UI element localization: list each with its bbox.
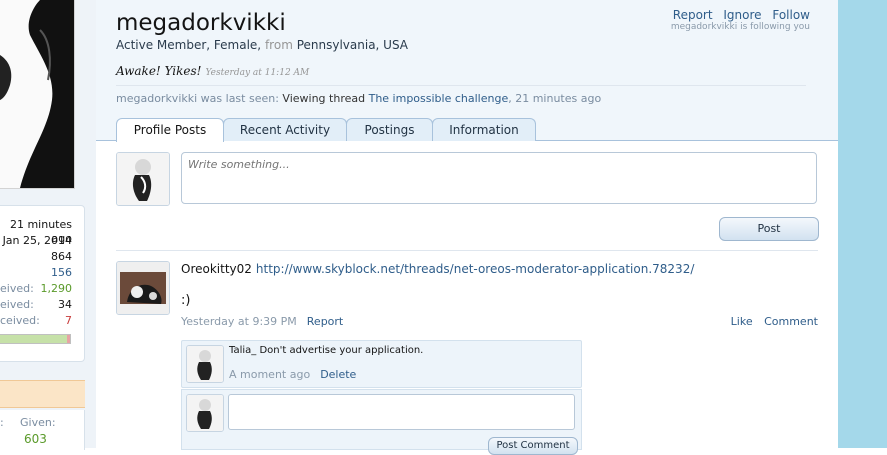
divider — [116, 250, 818, 251]
post-time[interactable]: Yesterday at 9:39 PM — [181, 315, 297, 328]
post-button[interactable]: Post — [719, 217, 819, 241]
stat-messages: 864 — [51, 250, 72, 263]
stat-negative-received: ceived: 7 — [0, 314, 72, 327]
stat-joined: Jan 25, 2014 — [2, 234, 72, 247]
post-actions: Like Comment — [700, 315, 818, 328]
post-meta: Yesterday at 9:39 PM Report — [181, 315, 343, 328]
comment-input[interactable] — [228, 394, 575, 430]
profile-post-input[interactable] — [181, 152, 817, 204]
tab-recent-activity[interactable]: Recent Activity — [223, 118, 347, 141]
post-url-link[interactable]: http://www.skyblock.net/threads/net-oreo… — [256, 262, 694, 276]
comment-delete-link[interactable]: Delete — [320, 368, 356, 381]
post-author-avatar[interactable] — [116, 261, 170, 315]
report-link[interactable]: Report — [673, 8, 713, 22]
tab-profile-posts[interactable]: Profile Posts — [116, 118, 224, 142]
likes-given-value: 603 — [24, 432, 47, 446]
rating-bar — [0, 334, 71, 344]
user-blurb: Active Member, Female, from Pennsylvania… — [116, 38, 409, 52]
profile-actions: Report Ignore Follow — [640, 8, 810, 22]
tab-information[interactable]: Information — [432, 118, 536, 141]
avatar-figure-icon — [187, 395, 223, 431]
last-seen-thread-link[interactable]: The impossible challenge — [369, 92, 509, 105]
last-seen: megadorkvikki was last seen: Viewing thr… — [116, 92, 602, 105]
post-body: :) — [181, 293, 191, 308]
comment-link[interactable]: Comment — [764, 315, 818, 328]
post-report-link[interactable]: Report — [307, 315, 343, 328]
follow-link[interactable]: Follow — [772, 8, 810, 22]
stat-neutral-received: eived: 34 — [0, 298, 72, 311]
comment-author-avatar[interactable] — [186, 345, 224, 383]
page-title: megadorkvikki — [116, 10, 286, 36]
likes-header-bar — [0, 380, 85, 408]
divider — [116, 85, 806, 86]
likes-received-label: : — [0, 416, 4, 429]
member-stats: 21 minutes ago Jan 25, 2014 864 156 eive… — [0, 205, 85, 362]
post-header: Oreokitty02 http://www.skyblock.net/threa… — [181, 262, 694, 276]
tab-postings[interactable]: Postings — [346, 118, 433, 141]
avatar-portrait-icon — [0, 0, 74, 188]
stat-positive-received: eived: 1,290 — [0, 282, 72, 295]
comment-meta: A moment ago Delete — [229, 368, 356, 381]
follow-status: megadorkvikki is following you — [670, 22, 810, 32]
comment-time[interactable]: A moment ago — [229, 368, 310, 381]
cat-avatar-icon — [117, 262, 169, 314]
page-background-strip — [838, 0, 887, 448]
avatar-figure-icon — [117, 153, 169, 205]
post-author-name[interactable]: Oreokitty02 — [181, 262, 252, 276]
avatar-figure-icon — [187, 346, 223, 382]
likes-summary: : Given: 603 — [0, 410, 85, 450]
visitor-avatar[interactable] — [116, 152, 170, 206]
user-status: Awake! Yikes! Yesterday at 11:12 AM — [116, 64, 310, 78]
rating-bar-negative — [67, 335, 70, 343]
post-comment-button[interactable]: Post Comment — [488, 437, 578, 455]
like-link[interactable]: Like — [731, 315, 753, 328]
comment-author-name[interactable]: Talia_ — [229, 345, 256, 356]
ignore-link[interactable]: Ignore — [723, 8, 761, 22]
profile-avatar[interactable] — [0, 0, 75, 189]
stat-likes[interactable]: 156 — [0, 266, 72, 280]
likes-given-label: Given: — [20, 416, 56, 429]
comment-text: Talia_ Don't advertise your application. — [229, 345, 424, 356]
stat-last-activity: 21 minutes ago — [9, 218, 72, 245]
status-time: Yesterday at 11:12 AM — [205, 68, 310, 78]
reply-avatar[interactable] — [186, 394, 224, 432]
